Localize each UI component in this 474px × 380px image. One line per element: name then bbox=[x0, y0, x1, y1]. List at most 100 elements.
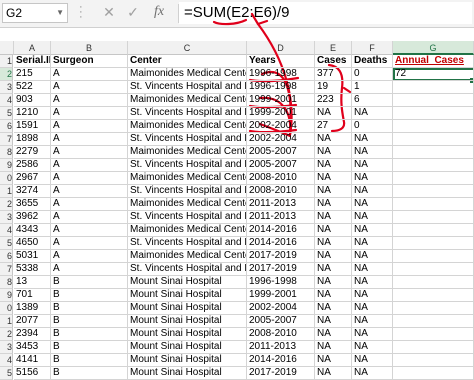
cell-center[interactable]: Mount Sinai Hospital bbox=[128, 276, 247, 289]
cell-years[interactable]: 2002-2004 bbox=[247, 302, 315, 315]
column-header-a[interactable]: A bbox=[14, 41, 51, 55]
cell-cases[interactable]: 19 bbox=[315, 81, 352, 94]
cell-annual-cases[interactable] bbox=[393, 341, 474, 354]
cell-cases[interactable]: NA bbox=[315, 224, 352, 237]
cell-serial-id[interactable]: 701 bbox=[14, 289, 51, 302]
cell-years[interactable]: 2014-2016 bbox=[247, 237, 315, 250]
cell-serial-id[interactable]: 3962 bbox=[14, 211, 51, 224]
cell-surgeon[interactable]: A bbox=[51, 185, 128, 198]
chevron-down-icon[interactable]: ▼ bbox=[56, 4, 64, 22]
row-header[interactable]: 4 bbox=[0, 224, 13, 237]
cell-surgeon[interactable]: A bbox=[51, 198, 128, 211]
column-header-e[interactable]: E bbox=[315, 41, 352, 55]
cell-cases[interactable]: NA bbox=[315, 133, 352, 146]
cell-surgeon[interactable]: B bbox=[51, 341, 128, 354]
cell-center[interactable]: Maimonides Medical Center bbox=[128, 68, 247, 81]
cell-cases[interactable]: NA bbox=[315, 146, 352, 159]
cell-surgeon[interactable]: A bbox=[51, 172, 128, 185]
cell-annual-cases[interactable] bbox=[393, 198, 474, 211]
cell-years[interactable]: 1999-2001 bbox=[247, 94, 315, 107]
cell-years[interactable]: 2005-2007 bbox=[247, 159, 315, 172]
cell-serial-id[interactable]: 1591 bbox=[14, 120, 51, 133]
cell-serial-id[interactable]: 2586 bbox=[14, 159, 51, 172]
cell-serial-id[interactable]: 215 bbox=[14, 68, 51, 81]
cell-deaths[interactable]: NA bbox=[352, 341, 393, 354]
cell-center[interactable]: Mount Sinai Hospital bbox=[128, 289, 247, 302]
row-header[interactable]: 2 bbox=[0, 68, 13, 81]
row-header[interactable]: 8 bbox=[0, 146, 13, 159]
cell-cases[interactable]: NA bbox=[315, 185, 352, 198]
row-header[interactable]: 5 bbox=[0, 237, 13, 250]
cell-deaths[interactable]: NA bbox=[352, 185, 393, 198]
cell-annual-cases[interactable] bbox=[393, 367, 474, 380]
cell-years[interactable]: 2017-2019 bbox=[247, 263, 315, 276]
cell-annual-cases[interactable] bbox=[393, 354, 474, 367]
enter-icon[interactable]: ✓ bbox=[125, 4, 141, 21]
cell-cases[interactable]: NA bbox=[315, 328, 352, 341]
cell-deaths[interactable]: 0 bbox=[352, 120, 393, 133]
column-header-d[interactable]: D bbox=[247, 41, 315, 55]
cancel-icon[interactable]: ✕ bbox=[101, 4, 117, 21]
cell-deaths[interactable]: NA bbox=[352, 237, 393, 250]
row-header[interactable]: 9 bbox=[0, 159, 13, 172]
row-header[interactable]: 4 bbox=[0, 94, 13, 107]
cell-serial-id[interactable]: 3453 bbox=[14, 341, 51, 354]
cell-surgeon[interactable]: A bbox=[51, 263, 128, 276]
cell-serial-id[interactable]: 3655 bbox=[14, 198, 51, 211]
row-header[interactable]: 2 bbox=[0, 198, 13, 211]
cell-center[interactable]: St. Vincents Hospital and Medica bbox=[128, 263, 247, 276]
cell-annual-cases[interactable] bbox=[393, 185, 474, 198]
select-all-corner[interactable] bbox=[0, 41, 14, 55]
cell-center[interactable]: Mount Sinai Hospital bbox=[128, 354, 247, 367]
cell-cases[interactable]: NA bbox=[315, 315, 352, 328]
cell-deaths[interactable]: NA bbox=[352, 107, 393, 120]
cell-years[interactable]: 1996-1998 bbox=[247, 68, 315, 81]
cell-deaths[interactable]: NA bbox=[352, 250, 393, 263]
cell-deaths[interactable]: NA bbox=[352, 133, 393, 146]
cell-serial-id[interactable]: 1898 bbox=[14, 133, 51, 146]
cell-center[interactable]: Maimonides Medical Center bbox=[128, 198, 247, 211]
cell-surgeon[interactable]: B bbox=[51, 315, 128, 328]
cell-surgeon[interactable]: B bbox=[51, 354, 128, 367]
cell-cases[interactable]: NA bbox=[315, 302, 352, 315]
cell-years[interactable]: 1999-2001 bbox=[247, 289, 315, 302]
cell-years[interactable]: 2011-2013 bbox=[247, 341, 315, 354]
cell-deaths[interactable]: NA bbox=[352, 224, 393, 237]
cell-center[interactable]: Mount Sinai Hospital bbox=[128, 315, 247, 328]
cell-deaths[interactable]: NA bbox=[352, 198, 393, 211]
row-header[interactable]: 1 bbox=[0, 185, 13, 198]
cell-serial-id[interactable]: 4141 bbox=[14, 354, 51, 367]
row-header[interactable]: 8 bbox=[0, 276, 13, 289]
cell-surgeon[interactable]: A bbox=[51, 94, 128, 107]
cell-serial-id[interactable]: 4650 bbox=[14, 237, 51, 250]
row-header[interactable]: 5 bbox=[0, 107, 13, 120]
cell-years[interactable]: 2017-2019 bbox=[247, 250, 315, 263]
cell-years[interactable]: 2008-2010 bbox=[247, 172, 315, 185]
cell-annual-cases[interactable] bbox=[393, 289, 474, 302]
cell-annual-cases[interactable] bbox=[393, 159, 474, 172]
cell-serial-id[interactable]: 13 bbox=[14, 276, 51, 289]
cell-annual-cases[interactable] bbox=[393, 237, 474, 250]
cell-years[interactable]: 2005-2007 bbox=[247, 146, 315, 159]
cell-serial-id[interactable]: 5031 bbox=[14, 250, 51, 263]
column-header-b[interactable]: B bbox=[51, 41, 128, 55]
cell-center[interactable]: Maimonides Medical Center bbox=[128, 172, 247, 185]
row-header[interactable]: 6 bbox=[0, 250, 13, 263]
cell-deaths[interactable]: NA bbox=[352, 289, 393, 302]
row-header[interactable]: 9 bbox=[0, 289, 13, 302]
cell-annual-cases[interactable] bbox=[393, 276, 474, 289]
cell-cases[interactable]: 377 bbox=[315, 68, 352, 81]
cell-years[interactable]: 1999-2001 bbox=[247, 107, 315, 120]
cell-cases[interactable]: NA bbox=[315, 263, 352, 276]
cell-cases[interactable]: NA bbox=[315, 354, 352, 367]
cell-center[interactable]: Mount Sinai Hospital bbox=[128, 328, 247, 341]
cell-annual-cases[interactable] bbox=[393, 250, 474, 263]
header-cell-cases[interactable]: Cases bbox=[315, 55, 352, 68]
cell-annual-cases[interactable] bbox=[393, 94, 474, 107]
cell-surgeon[interactable]: A bbox=[51, 120, 128, 133]
cell-deaths[interactable]: 6 bbox=[352, 94, 393, 107]
cell-surgeon[interactable]: B bbox=[51, 302, 128, 315]
row-header[interactable]: 1 bbox=[0, 55, 13, 68]
cell-center[interactable]: Maimonides Medical Center bbox=[128, 146, 247, 159]
cell-center[interactable]: Maimonides Medical Center bbox=[128, 250, 247, 263]
